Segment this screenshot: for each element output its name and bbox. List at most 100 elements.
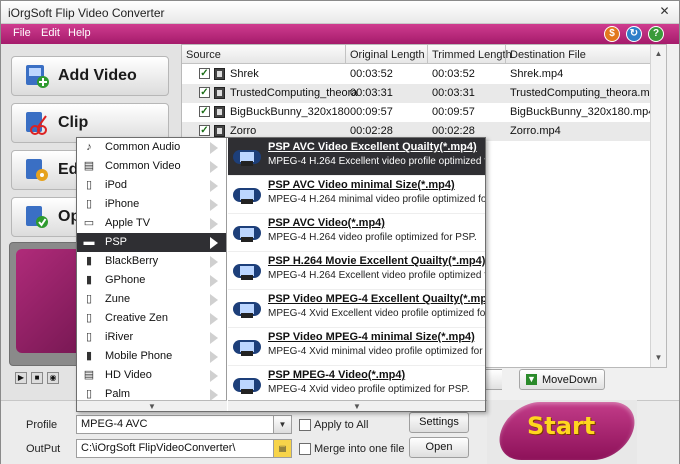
category-item[interactable]: ▮ GPhone <box>77 271 226 290</box>
category-label: Creative Zen <box>105 312 168 324</box>
format-item[interactable]: PSP MPEG-4 Video(*.mp4) MPEG-4 Xvid video… <box>228 366 485 400</box>
col-divider <box>505 45 506 64</box>
row-checkbox[interactable]: ✓ <box>199 125 210 136</box>
menu-help[interactable]: Help <box>68 27 91 39</box>
category-item[interactable]: ▯ Creative Zen <box>77 309 226 328</box>
category-item[interactable]: ▮ Mobile Phone <box>77 347 226 366</box>
destination-cell: BigBuckBunny_320x180.mp4 <box>510 106 655 118</box>
output-path-field[interactable]: C:\iOrgSoft FlipVideoConverter\ ▤ <box>76 439 292 458</box>
chevron-down-icon[interactable]: ▼ <box>273 416 291 433</box>
format-title: PSP Video MPEG-4 minimal Size(*.mp4) <box>268 331 475 343</box>
category-item[interactable]: ▭ Apple TV <box>77 214 226 233</box>
format-item[interactable]: PSP AVC Video Excellent Quailty(*.mp4) MP… <box>228 138 485 176</box>
merge-label: Merge into one file <box>314 443 405 455</box>
format-item[interactable]: PSP Video MPEG-4 Excellent Quailty(*.mp4… <box>228 290 486 328</box>
menu-edit[interactable]: Edit <box>41 27 60 39</box>
open-button[interactable]: Open <box>409 437 469 458</box>
category-item[interactable]: ▯ iPhone <box>77 195 226 214</box>
table-row[interactable]: ✓ Shrek 00:03:52 00:03:52 Shrek.mp4 <box>182 65 666 84</box>
menu-file[interactable]: File <box>13 27 31 39</box>
row-checkbox[interactable]: ✓ <box>199 106 210 117</box>
category-item[interactable]: ▯ iPod <box>77 176 226 195</box>
format-title: PSP Video MPEG-4 Excellent Quailty(*.mp4… <box>268 293 486 305</box>
trimmed-length-cell: 00:09:57 <box>432 106 475 118</box>
settings-button[interactable]: Settings <box>409 412 469 433</box>
table-row[interactable]: ✓ TrustedComputing_theora 00:03:31 00:03… <box>182 84 666 103</box>
original-length-cell: 00:02:28 <box>350 125 393 137</box>
device-icon: ▯ <box>85 293 93 305</box>
row-checkbox[interactable]: ✓ <box>199 87 210 98</box>
col-original-length[interactable]: Original Length <box>350 49 425 61</box>
format-description: MPEG-4 H.264 video profile optimized for… <box>268 232 477 243</box>
apply-to-all-checkbox[interactable] <box>299 419 311 431</box>
destination-cell: Shrek.mp4 <box>510 68 564 80</box>
trimmed-length-cell: 00:03:31 <box>432 87 475 99</box>
category-item[interactable]: ▯ Zune <box>77 290 226 309</box>
format-list: PSP AVC Video Excellent Quailty(*.mp4) MP… <box>228 138 486 400</box>
edit-gear-icon <box>26 159 48 181</box>
file-list-scrollbar[interactable]: ▲ ▼ <box>650 45 666 367</box>
format-description: MPEG-4 H.264 Excellent video profile opt… <box>268 270 485 281</box>
category-item[interactable]: ▯ iRiver <box>77 328 226 347</box>
scroll-up-icon[interactable]: ▲ <box>654 49 663 58</box>
cart-icon[interactable]: $ <box>604 26 620 42</box>
profile-label: Profile <box>26 419 58 431</box>
film-icon <box>214 106 225 118</box>
menu-bar: File Edit Help $ ↻ ? <box>1 24 679 44</box>
trimmed-length-cell: 00:03:52 <box>432 68 475 80</box>
device-icon: ♪ <box>86 141 92 153</box>
move-up-button[interactable] <box>485 369 502 390</box>
category-item[interactable]: ▬ PSP <box>77 233 226 252</box>
category-label: Apple TV <box>105 217 151 229</box>
refresh-icon[interactable]: ↻ <box>626 26 642 42</box>
folder-icon[interactable]: ▤ <box>273 440 291 457</box>
format-item[interactable]: PSP AVC Video minimal Size(*.mp4) MPEG-4 … <box>228 176 486 214</box>
format-title: PSP AVC Video minimal Size(*.mp4) <box>268 179 455 191</box>
col-source[interactable]: Source <box>186 49 221 61</box>
submenu-arrow-icon <box>210 256 218 268</box>
options-check-icon <box>26 206 48 228</box>
snapshot-icon[interactable]: ◉ <box>47 372 59 384</box>
format-title: PSP MPEG-4 Video(*.mp4) <box>268 369 406 381</box>
destination-cell: TrustedComputing_theora.mp4 <box>510 87 662 99</box>
merge-checkbox[interactable] <box>299 443 311 455</box>
stop-icon[interactable]: ■ <box>31 372 43 384</box>
format-description: MPEG-4 Xvid video profile optimized for … <box>268 384 470 395</box>
submenu-arrow-icon <box>210 237 218 249</box>
profile-select[interactable]: MPEG-4 AVC ▼ <box>76 415 292 434</box>
category-item[interactable]: ▤ HD Video <box>77 366 226 385</box>
trimmed-length-cell: 00:02:28 <box>432 125 475 137</box>
start-button[interactable]: Start <box>487 400 643 464</box>
format-item[interactable]: PSP Video MPEG-4 minimal Size(*.mp4) MPEG… <box>228 328 485 366</box>
format-description: MPEG-4 H.264 minimal video profile optim… <box>268 194 486 205</box>
col-trimmed-length[interactable]: Trimmed Length <box>432 49 512 61</box>
category-scroll-down-icon[interactable]: ▼ <box>77 400 227 411</box>
add-video-label: Add Video <box>58 67 137 84</box>
category-item[interactable]: ▤ Common Video <box>77 157 226 176</box>
close-icon[interactable]: ✕ <box>657 4 672 19</box>
source-cell: Shrek <box>230 68 259 80</box>
format-item[interactable]: PSP AVC Video(*.mp4) MPEG-4 H.264 video p… <box>228 214 485 252</box>
add-video-button[interactable]: Add Video <box>11 56 169 96</box>
help-icon[interactable]: ? <box>648 26 664 42</box>
format-item[interactable]: PSP H.264 Movie Excellent Quailty(*.mp4)… <box>228 252 485 290</box>
category-item[interactable]: ▮ BlackBerry <box>77 252 226 271</box>
profile-value: MPEG-4 AVC <box>81 418 148 430</box>
row-checkbox[interactable]: ✓ <box>199 68 210 79</box>
scroll-down-icon[interactable]: ▼ <box>654 353 663 362</box>
table-row[interactable]: ✓ BigBuckBunny_320x180 00:09:57 00:09:57… <box>182 103 666 122</box>
device-icon: ▯ <box>85 179 93 191</box>
col-destination-file[interactable]: Destination File <box>510 49 586 61</box>
original-length-cell: 00:09:57 <box>350 106 393 118</box>
psp-device-icon <box>233 340 261 356</box>
format-scroll-down-icon[interactable]: ▼ <box>228 400 485 411</box>
category-item[interactable]: ▯ Palm <box>77 385 226 400</box>
category-item[interactable]: ♪ Common Audio <box>77 138 226 157</box>
submenu-arrow-icon <box>210 161 218 173</box>
play-icon[interactable]: ▶ <box>15 372 27 384</box>
destination-cell: Zorro.mp4 <box>510 125 561 137</box>
device-icon: ▮ <box>85 255 93 267</box>
move-down-button[interactable]: ▼ MoveDown <box>519 369 605 390</box>
category-label: Palm <box>105 388 131 400</box>
original-length-cell: 00:03:31 <box>350 87 393 99</box>
